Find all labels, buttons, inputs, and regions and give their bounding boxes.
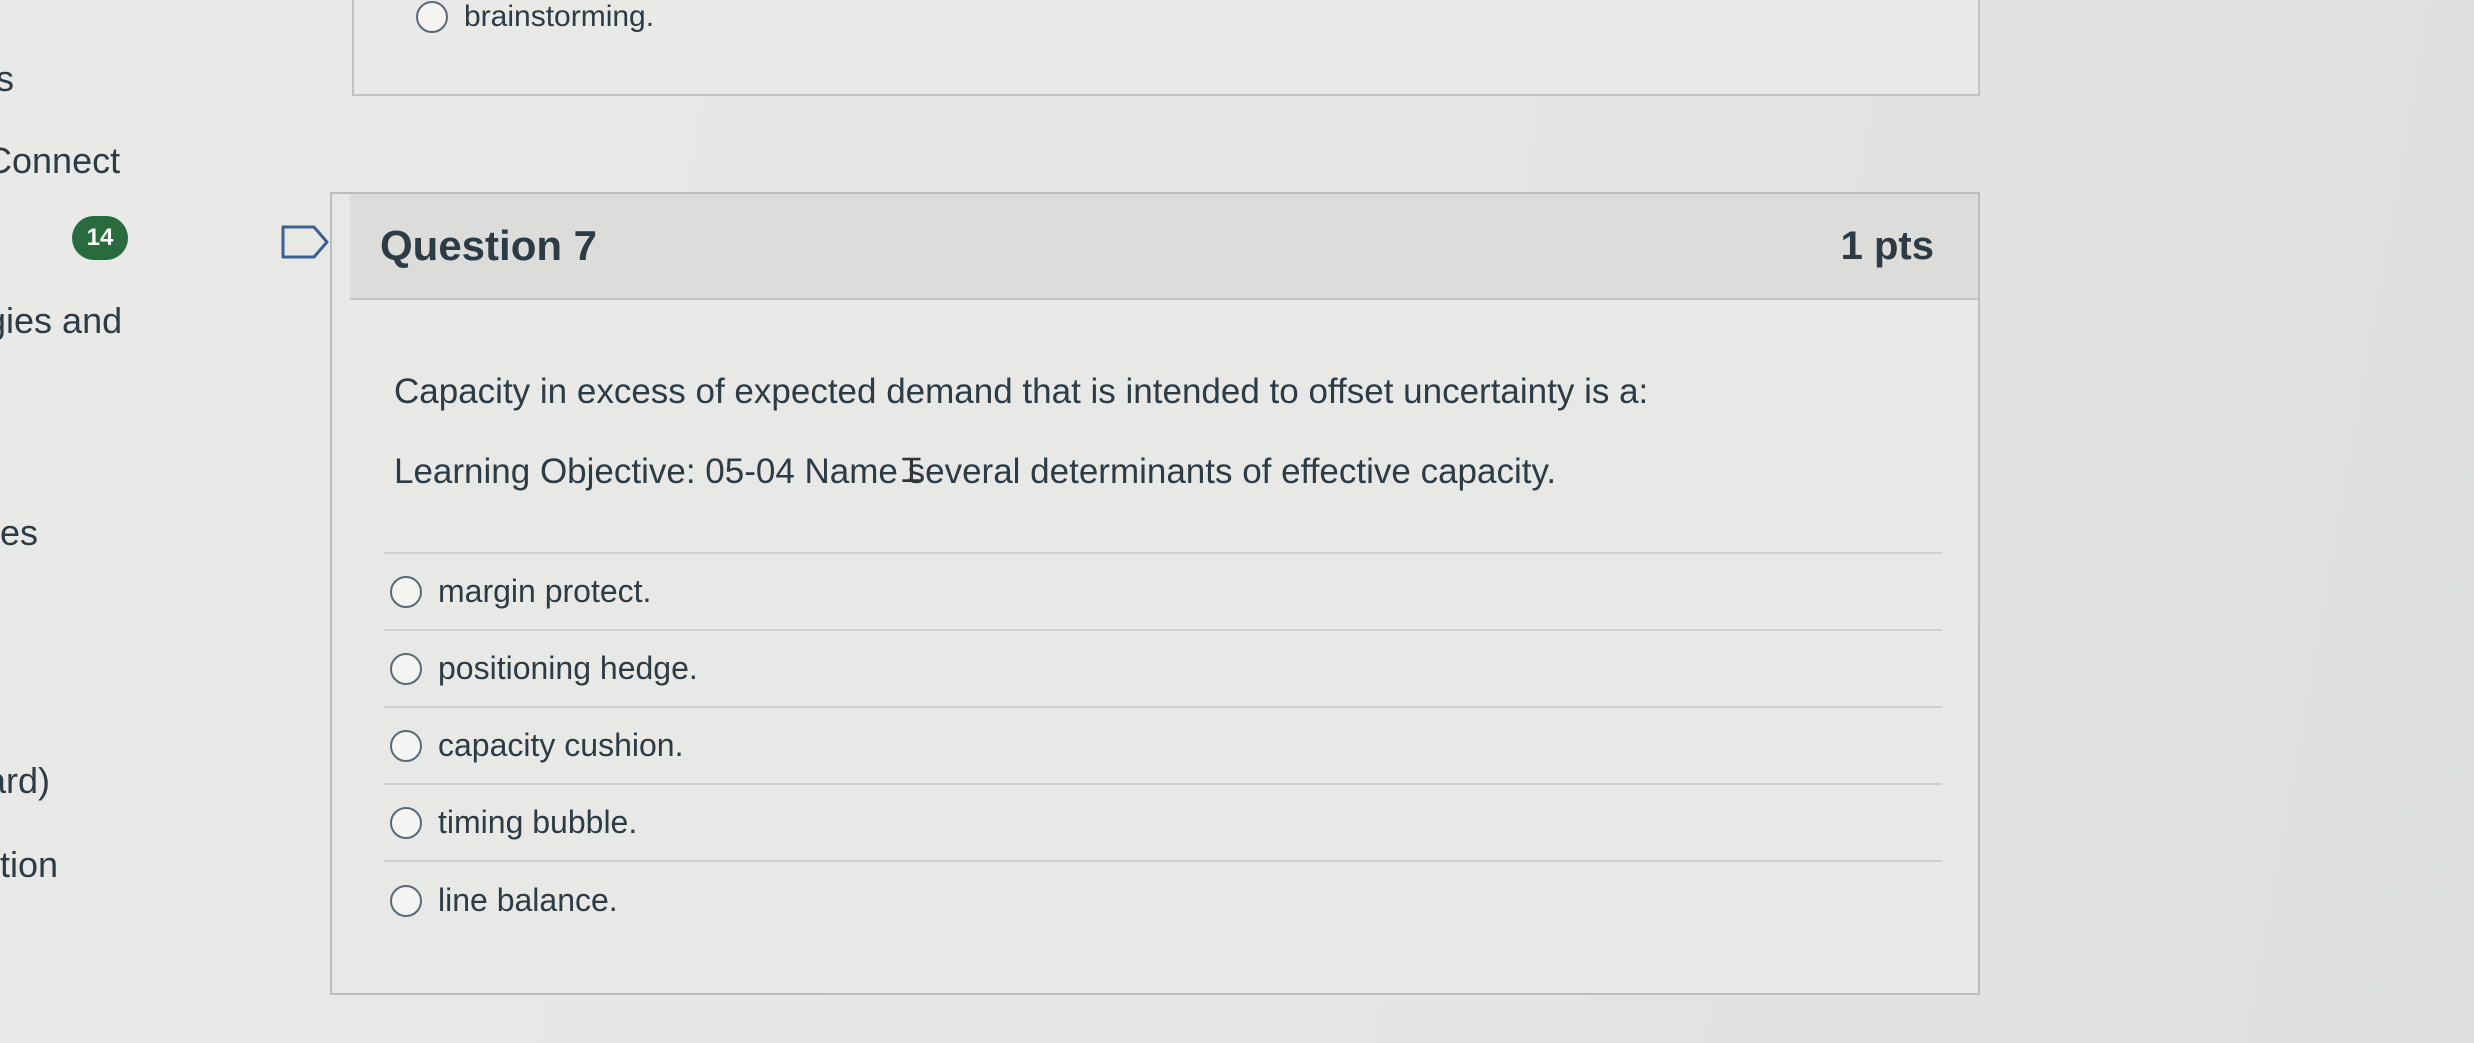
text-cursor-icon: Ɪ [902,451,921,491]
answer-option[interactable]: margin protect. [384,554,1942,631]
nav-item-6[interactable]: tion [0,844,58,886]
answer-option[interactable]: capacity cushion. [384,708,1942,785]
nav-item-5[interactable]: ard) [0,760,50,802]
answer-option[interactable]: brainstorming. [416,0,654,34]
answer-label: brainstorming. [464,0,655,33]
nav-item-4[interactable]: es [0,512,38,554]
question-title: Question 7 [380,222,598,269]
nav-item-3[interactable]: gies and [0,300,122,342]
nav-item-connect[interactable]: Connect [0,140,120,182]
answer-list: margin protect. positioning hedge. capac… [384,552,1942,939]
answer-option[interactable]: line balance. [384,862,1942,939]
flag-outline-icon[interactable] [280,224,330,260]
nav-item-1[interactable]: ts [0,58,14,100]
radio-unselected-icon[interactable] [390,884,422,917]
radio-unselected-icon[interactable] [390,806,422,839]
answer-label: margin protect. [438,573,652,609]
nav-badge: 14 [72,216,128,260]
learning-objective: Learning Objective: 05-04 Name several d… [394,452,1557,491]
radio-unselected-icon[interactable] [390,575,422,608]
previous-question-card: brainstorming. [352,0,1980,96]
radio-unselected-icon[interactable] [390,652,422,685]
answer-option[interactable]: timing bubble. [384,785,1942,862]
answer-label: positioning hedge. [438,650,698,686]
question-points: 1 pts [1840,224,1934,268]
radio-unselected-icon[interactable] [416,1,448,33]
answer-label: capacity cushion. [438,727,684,763]
question-text: Capacity in excess of expected demand th… [394,372,1649,411]
question-card: Question 7 1 pts Capacity in excess of e… [330,192,1980,995]
answer-option[interactable]: positioning hedge. [384,631,1942,708]
answer-label: timing bubble. [438,804,638,840]
radio-unselected-icon[interactable] [390,729,422,762]
answer-label: line balance. [438,882,618,918]
question-header: Question 7 1 pts [350,194,1978,300]
